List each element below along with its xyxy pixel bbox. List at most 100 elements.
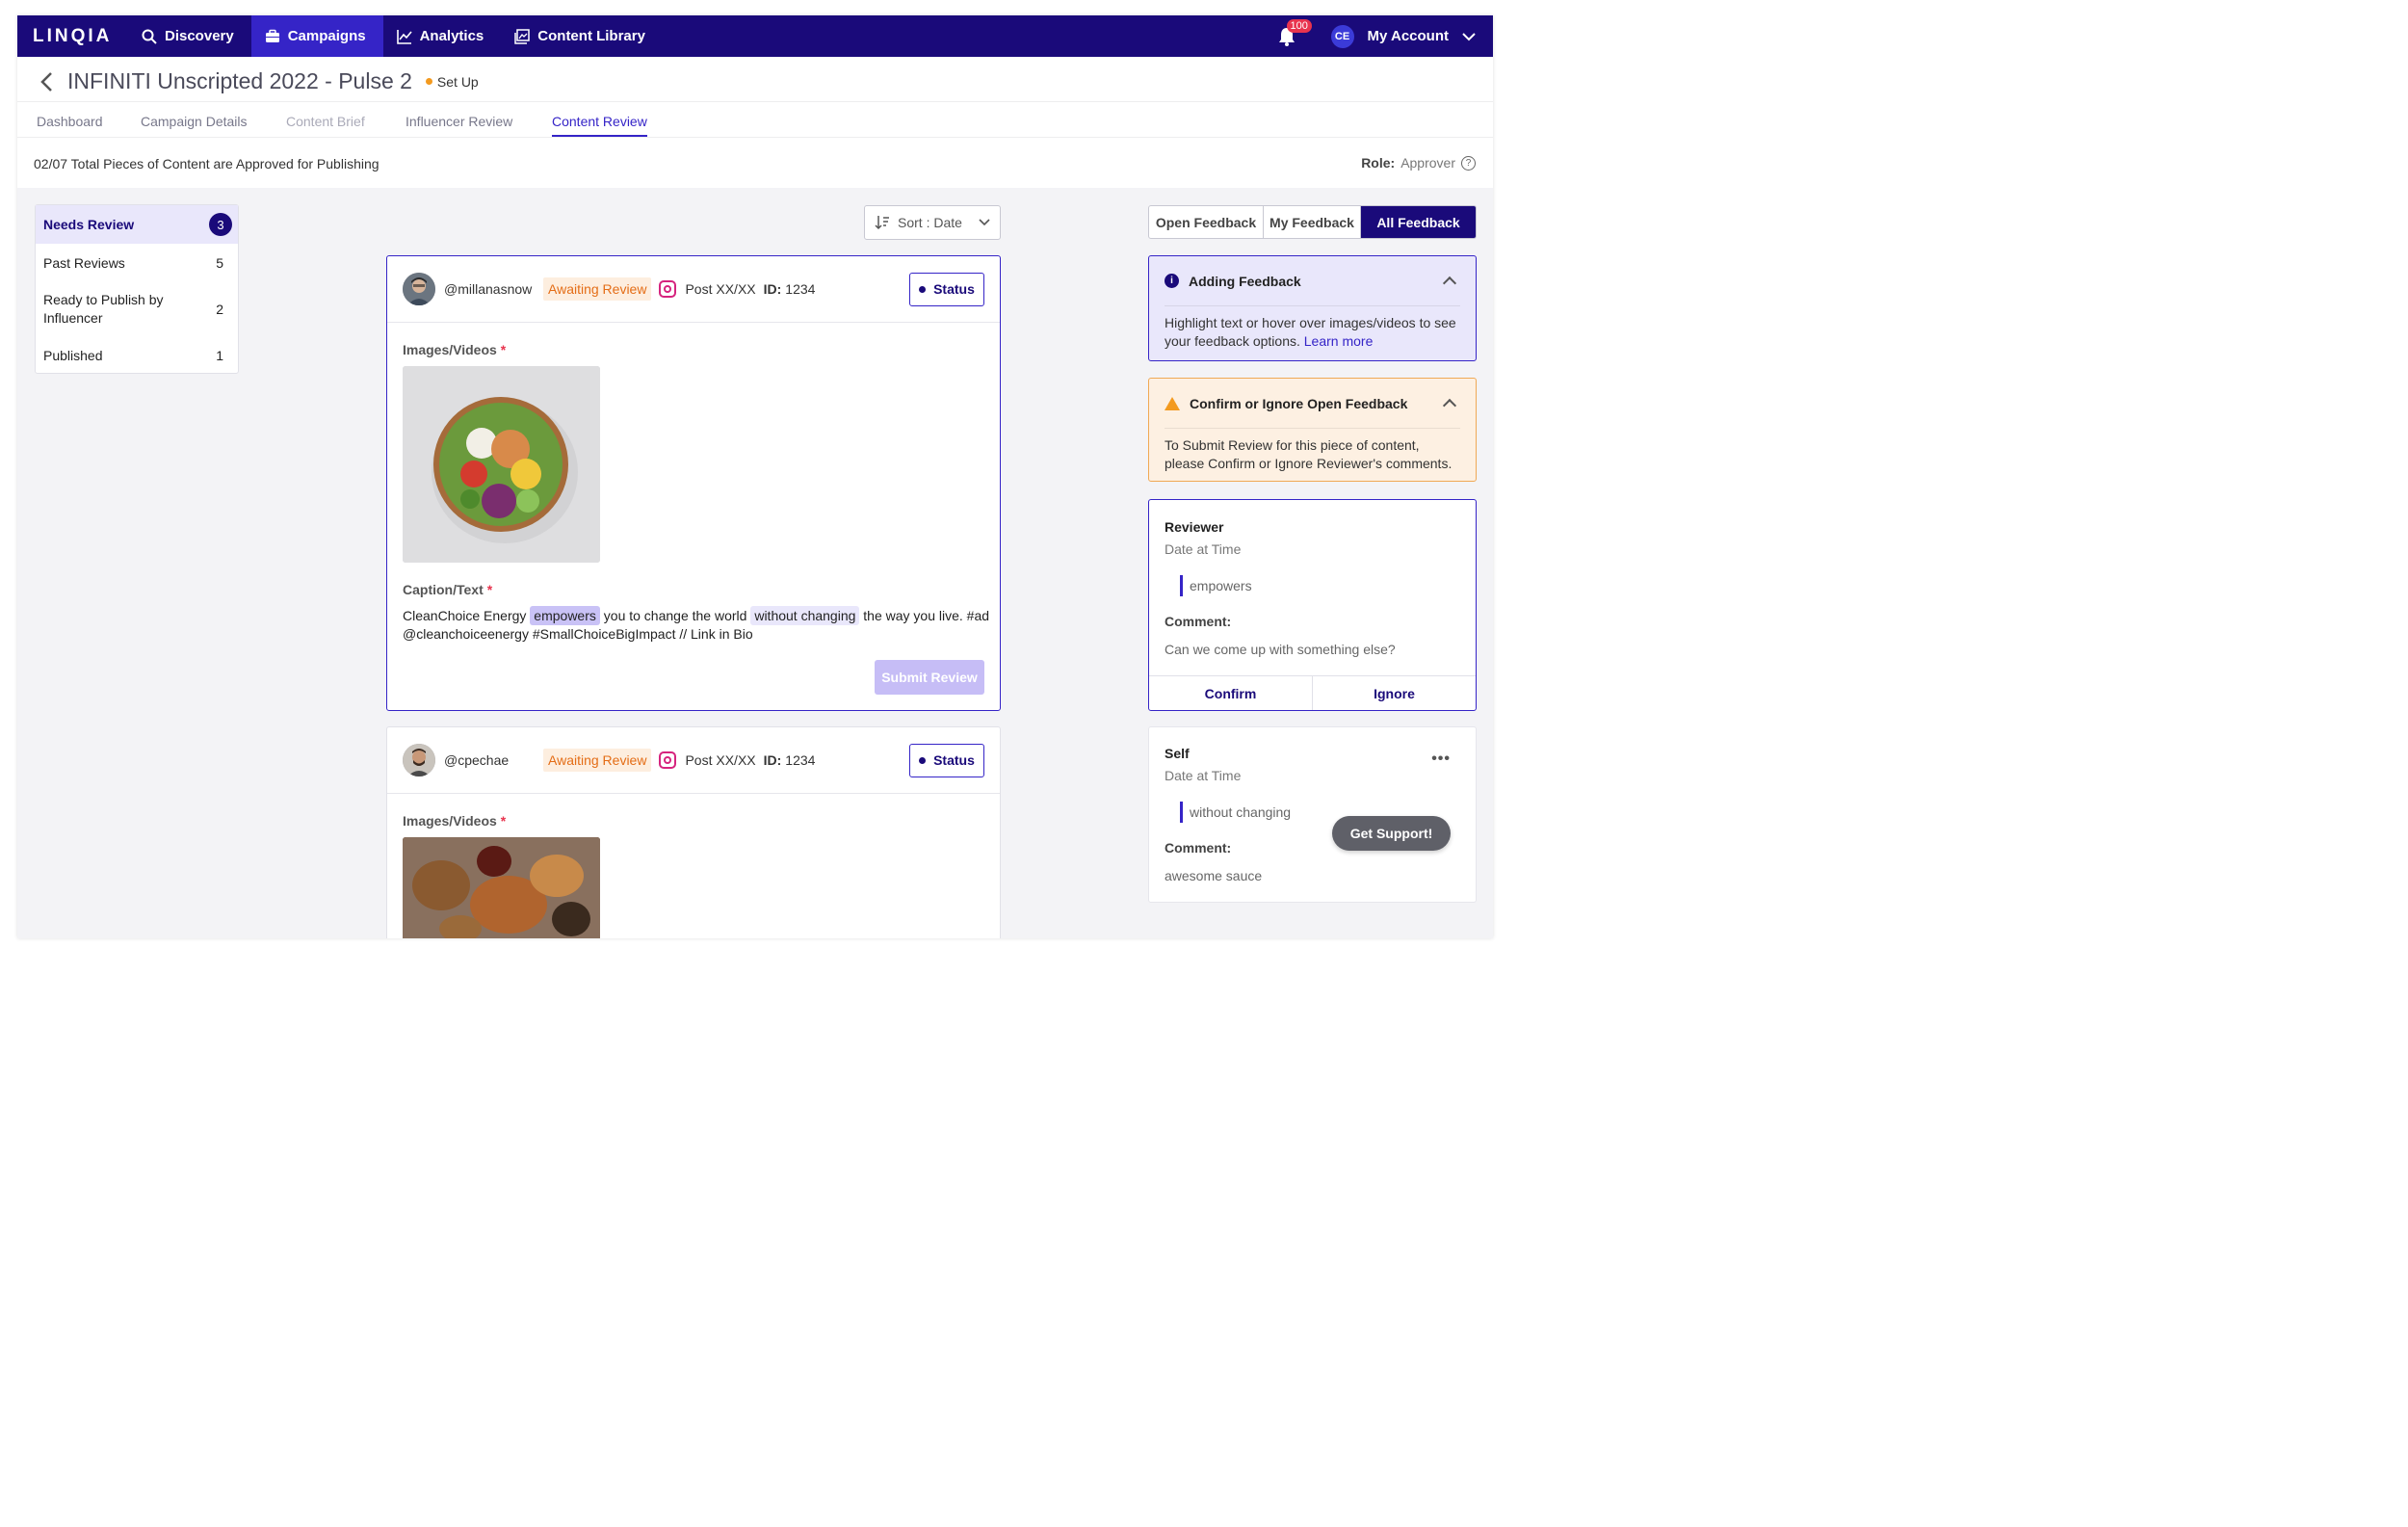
tab-content-brief[interactable]: Content Brief bbox=[286, 114, 365, 129]
nav-label: Content Library bbox=[537, 28, 645, 44]
filter-needs-review[interactable]: Needs Review 3 bbox=[36, 205, 238, 244]
learn-more-link[interactable]: Learn more bbox=[1304, 333, 1374, 349]
instagram-icon bbox=[659, 280, 677, 298]
approval-summary: 02/07 Total Pieces of Content are Approv… bbox=[34, 156, 380, 171]
images-label: Images/Videos * bbox=[403, 813, 506, 829]
chevron-up-icon[interactable] bbox=[1442, 398, 1457, 413]
card-header: @cpechae Awaiting Review Post XX/XX ID: 12… bbox=[387, 727, 1000, 794]
filter-published[interactable]: Published 1 bbox=[36, 336, 238, 375]
filter-label: Needs Review bbox=[43, 217, 135, 232]
nav-label: Discovery bbox=[165, 28, 234, 44]
nav-content-library[interactable]: Content Library bbox=[501, 15, 663, 57]
images-label-text: Images/Videos bbox=[403, 813, 497, 829]
comment-text: Can we come up with something else? bbox=[1165, 642, 1396, 657]
content-card[interactable]: @cpechae Awaiting Review Post XX/XX ID: 12… bbox=[386, 726, 1001, 938]
tab-campaign-details[interactable]: Campaign Details bbox=[141, 114, 248, 129]
sort-dropdown[interactable]: Sort : Date bbox=[864, 205, 1001, 240]
app-frame: LINQIA Discovery Campaigns Analytics Con… bbox=[17, 15, 1493, 938]
filter-count: 5 bbox=[216, 255, 223, 271]
nav-discovery[interactable]: Discovery bbox=[128, 15, 251, 57]
more-options-icon[interactable]: ••• bbox=[1431, 750, 1451, 768]
panel-title: Confirm or Ignore Open Feedback bbox=[1190, 395, 1408, 411]
confirm-button[interactable]: Confirm bbox=[1149, 676, 1312, 710]
images-label-text: Images/Videos bbox=[403, 342, 497, 357]
comment-text: awesome sauce bbox=[1165, 868, 1263, 883]
status-dot bbox=[425, 78, 432, 85]
feedback-date: Date at Time bbox=[1165, 768, 1242, 783]
status-dot bbox=[919, 285, 927, 293]
filter-label: Published bbox=[43, 348, 103, 363]
review-status-badge: Awaiting Review bbox=[543, 749, 652, 772]
chevron-up-icon[interactable] bbox=[1442, 276, 1457, 291]
nav-label: Campaigns bbox=[287, 28, 366, 44]
filter-count: 1 bbox=[216, 348, 223, 363]
submit-review-button[interactable]: Submit Review bbox=[875, 660, 984, 695]
role-value: Approver bbox=[1400, 155, 1455, 171]
filter-past-reviews[interactable]: Past Reviews 5 bbox=[36, 244, 238, 282]
feedback-date: Date at Time bbox=[1165, 541, 1242, 557]
caption-segment: you to change the world bbox=[599, 608, 751, 623]
nav-campaigns[interactable]: Campaigns bbox=[250, 15, 383, 57]
influencer-handle[interactable]: @millanasnow bbox=[444, 281, 543, 297]
user-avatar[interactable]: CE bbox=[1330, 24, 1354, 48]
feedback-actions: Confirm Ignore bbox=[1149, 675, 1476, 710]
feedback-quote[interactable]: empowers bbox=[1180, 575, 1252, 596]
feedback-quote[interactable]: without changing bbox=[1180, 802, 1291, 823]
notification-count-badge: 100 bbox=[1286, 18, 1312, 33]
caption-label-text: Caption/Text bbox=[403, 582, 484, 597]
linqia-logo[interactable]: LINQIA bbox=[17, 26, 128, 47]
influencer-handle[interactable]: @cpechae bbox=[444, 752, 543, 768]
caption-highlight-without-changing[interactable]: without changing bbox=[750, 606, 860, 625]
status-button[interactable]: Status bbox=[909, 272, 984, 306]
role-indicator: Role: Approver ? bbox=[1361, 155, 1476, 171]
tab-all-feedback[interactable]: All Feedback bbox=[1361, 206, 1476, 238]
post-number: Post XX/XX bbox=[685, 281, 756, 297]
content-card[interactable]: @millanasnow Awaiting Review Post XX/XX I… bbox=[386, 255, 1001, 711]
feedback-author: Reviewer bbox=[1165, 519, 1224, 535]
info-icon: i bbox=[1165, 274, 1179, 288]
page-header: INFINITI Unscripted 2022 - Pulse 2 Set U… bbox=[17, 57, 1493, 188]
sort-label: Sort : Date bbox=[898, 215, 962, 230]
top-nav: LINQIA Discovery Campaigns Analytics Con… bbox=[17, 15, 1493, 57]
help-icon[interactable]: ? bbox=[1461, 155, 1476, 171]
panel-header[interactable]: Confirm or Ignore Open Feedback bbox=[1165, 379, 1460, 429]
my-account-menu[interactable]: My Account bbox=[1368, 28, 1449, 44]
review-filter-list: Needs Review 3 Past Reviews 5 Ready to P… bbox=[35, 204, 239, 374]
filter-ready-to-publish[interactable]: Ready to Publish by Influencer 2 bbox=[36, 282, 238, 336]
post-id: 1234 bbox=[785, 281, 816, 297]
status-button[interactable]: Status bbox=[909, 743, 984, 777]
id-label: ID: bbox=[763, 281, 782, 297]
card-header: @millanasnow Awaiting Review Post XX/XX I… bbox=[387, 256, 1000, 323]
panel-body: Highlight text or hover over images/vide… bbox=[1165, 306, 1460, 351]
caption-highlight-empowers[interactable]: empowers bbox=[530, 606, 600, 625]
notifications-button[interactable]: 100 bbox=[1277, 18, 1312, 47]
briefcase-icon bbox=[265, 29, 279, 42]
campaign-status-label: Set Up bbox=[436, 73, 479, 90]
review-status-badge: Awaiting Review bbox=[543, 277, 652, 301]
tab-dashboard[interactable]: Dashboard bbox=[37, 114, 103, 129]
required-asterisk: * bbox=[500, 813, 507, 829]
content-image-grilled-food[interactable] bbox=[403, 837, 600, 938]
chevron-down-icon[interactable] bbox=[1462, 32, 1476, 41]
caption-text[interactable]: CleanChoice Energy empowers you to chang… bbox=[403, 606, 990, 644]
nav-analytics[interactable]: Analytics bbox=[383, 15, 502, 57]
confirm-ignore-panel: Confirm or Ignore Open Feedback To Submi… bbox=[1148, 378, 1477, 482]
feedback-item: Reviewer Date at Time empowers Comment: … bbox=[1148, 499, 1477, 711]
caption-label: Caption/Text * bbox=[403, 582, 492, 597]
images-label: Images/Videos * bbox=[403, 342, 506, 357]
nav-label: Analytics bbox=[419, 28, 484, 44]
post-id: 1234 bbox=[785, 752, 816, 768]
title-row: INFINITI Unscripted 2022 - Pulse 2 Set U… bbox=[39, 68, 479, 94]
chart-icon bbox=[396, 29, 412, 44]
ignore-button[interactable]: Ignore bbox=[1312, 676, 1476, 710]
tab-my-feedback[interactable]: My Feedback bbox=[1264, 206, 1361, 238]
tab-influencer-review[interactable]: Influencer Review bbox=[406, 114, 512, 129]
tab-content-review[interactable]: Content Review bbox=[552, 114, 647, 137]
comment-label: Comment: bbox=[1165, 840, 1232, 856]
panel-header[interactable]: i Adding Feedback bbox=[1165, 256, 1460, 306]
get-support-button[interactable]: Get Support! bbox=[1332, 816, 1451, 851]
back-arrow-icon[interactable] bbox=[39, 71, 54, 92]
content-image-salad-bowl[interactable] bbox=[403, 366, 600, 563]
tab-open-feedback[interactable]: Open Feedback bbox=[1149, 206, 1264, 238]
status-button-label: Status bbox=[933, 752, 975, 768]
